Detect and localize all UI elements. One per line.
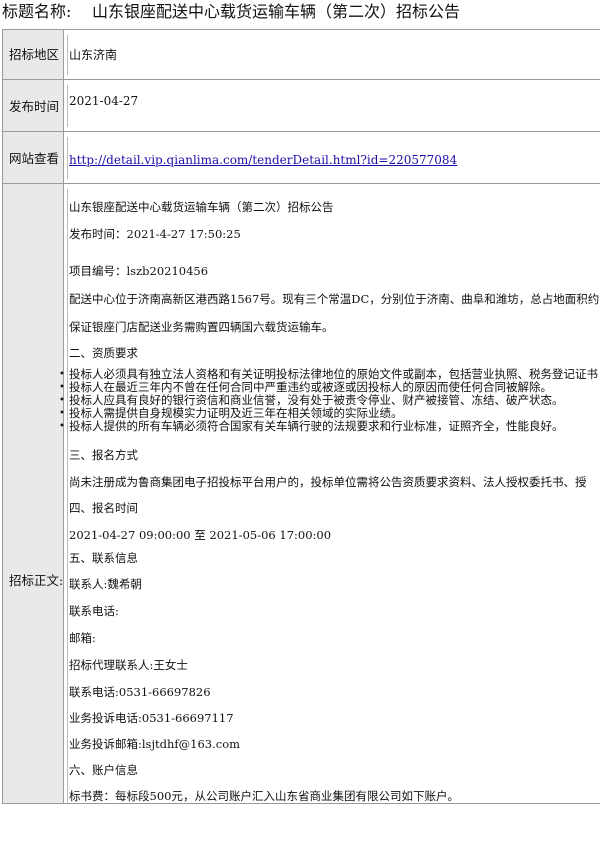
row-divider xyxy=(3,131,600,132)
website-label: 网站查看 xyxy=(9,151,60,166)
source-url-link[interactable]: http://detail.vip.qianlima.com/tenderDet… xyxy=(69,152,457,168)
cell-border xyxy=(67,189,68,803)
publish-date-label: 发布时间 xyxy=(9,99,60,114)
notice-heading: 山东银座配送中心载货运输车辆（第二次）招标公告 xyxy=(69,200,334,214)
qualification-list: 投标人必须具有独立法人资格和有关证明投标法律地位的原始文件或副本，包括营业执照、… xyxy=(59,368,598,434)
agent-phone: 联系电话:0531-66697826 xyxy=(69,685,211,699)
project-number: 项目编号：lszb20210456 xyxy=(69,264,209,278)
row-divider xyxy=(3,79,600,80)
publish-date-value: 2021-04-27 xyxy=(69,94,139,108)
intro-paragraph: 配送中心位于济南高新区港西路1567号。现有三个常温DC，分别位于济南、曲阜和潍… xyxy=(69,292,600,306)
list-item: 投标人提供的所有车辆必须符合国家有关车辆行驶的法规要求和行业标准，证照齐全，性能… xyxy=(59,420,598,434)
cell-border xyxy=(67,137,68,179)
section-heading: 三、报名方式 xyxy=(69,448,138,462)
label-column xyxy=(3,30,64,803)
section-heading: 五、联系信息 xyxy=(69,551,138,565)
complaint-email: 业务投诉邮箱:lsjtdhf@163.com xyxy=(69,737,241,751)
contact-phone: 联系电话: xyxy=(69,604,119,618)
page-title: 山东银座配送中心载货运输车辆（第二次）招标公告 xyxy=(92,2,461,21)
section-heading: 二、资质要求 xyxy=(69,346,138,360)
page-title-row: 标题名称: 山东银座配送中心载货运输车辆（第二次）招标公告 xyxy=(0,0,600,30)
intro-paragraph: 保证银座门店配送业务需购置四辆国六载货运输车。 xyxy=(69,320,334,334)
agent-contact: 招标代理联系人:王女士 xyxy=(69,658,188,672)
section-heading: 六、账户信息 xyxy=(69,763,138,777)
region-value: 山东济南 xyxy=(69,48,118,62)
fee-text: 标书费：每标段500元，从公司账户汇入山东省商业集团有限公司如下账户。 xyxy=(69,789,459,803)
registration-method-text: 尚未注册成为鲁商集团电子招投标平台用户的，投标单位需将公告资质要求资料、法人授权… xyxy=(69,475,587,489)
body-label: 招标正文: xyxy=(9,573,64,588)
complaint-phone: 业务投诉电话:0531-66697117 xyxy=(69,711,234,725)
detail-table: 招标地区 山东济南 发布时间 2021-04-27 网站查看 http://de… xyxy=(2,29,600,804)
section-heading: 四、报名时间 xyxy=(69,501,138,515)
region-label: 招标地区 xyxy=(9,47,60,62)
title-label: 标题名称: xyxy=(2,2,72,21)
row-divider xyxy=(3,183,600,184)
registration-period: 2021-04-27 09:00:00 至 2021-05-06 17:00:0… xyxy=(69,528,332,542)
contact-email: 邮箱: xyxy=(69,631,96,645)
notice-publish-time: 发布时间：2021-4-27 17:50:25 xyxy=(69,227,241,241)
contact-person: 联系人:魏希朝 xyxy=(69,577,142,591)
cell-border xyxy=(67,85,68,127)
cell-border xyxy=(67,35,68,75)
